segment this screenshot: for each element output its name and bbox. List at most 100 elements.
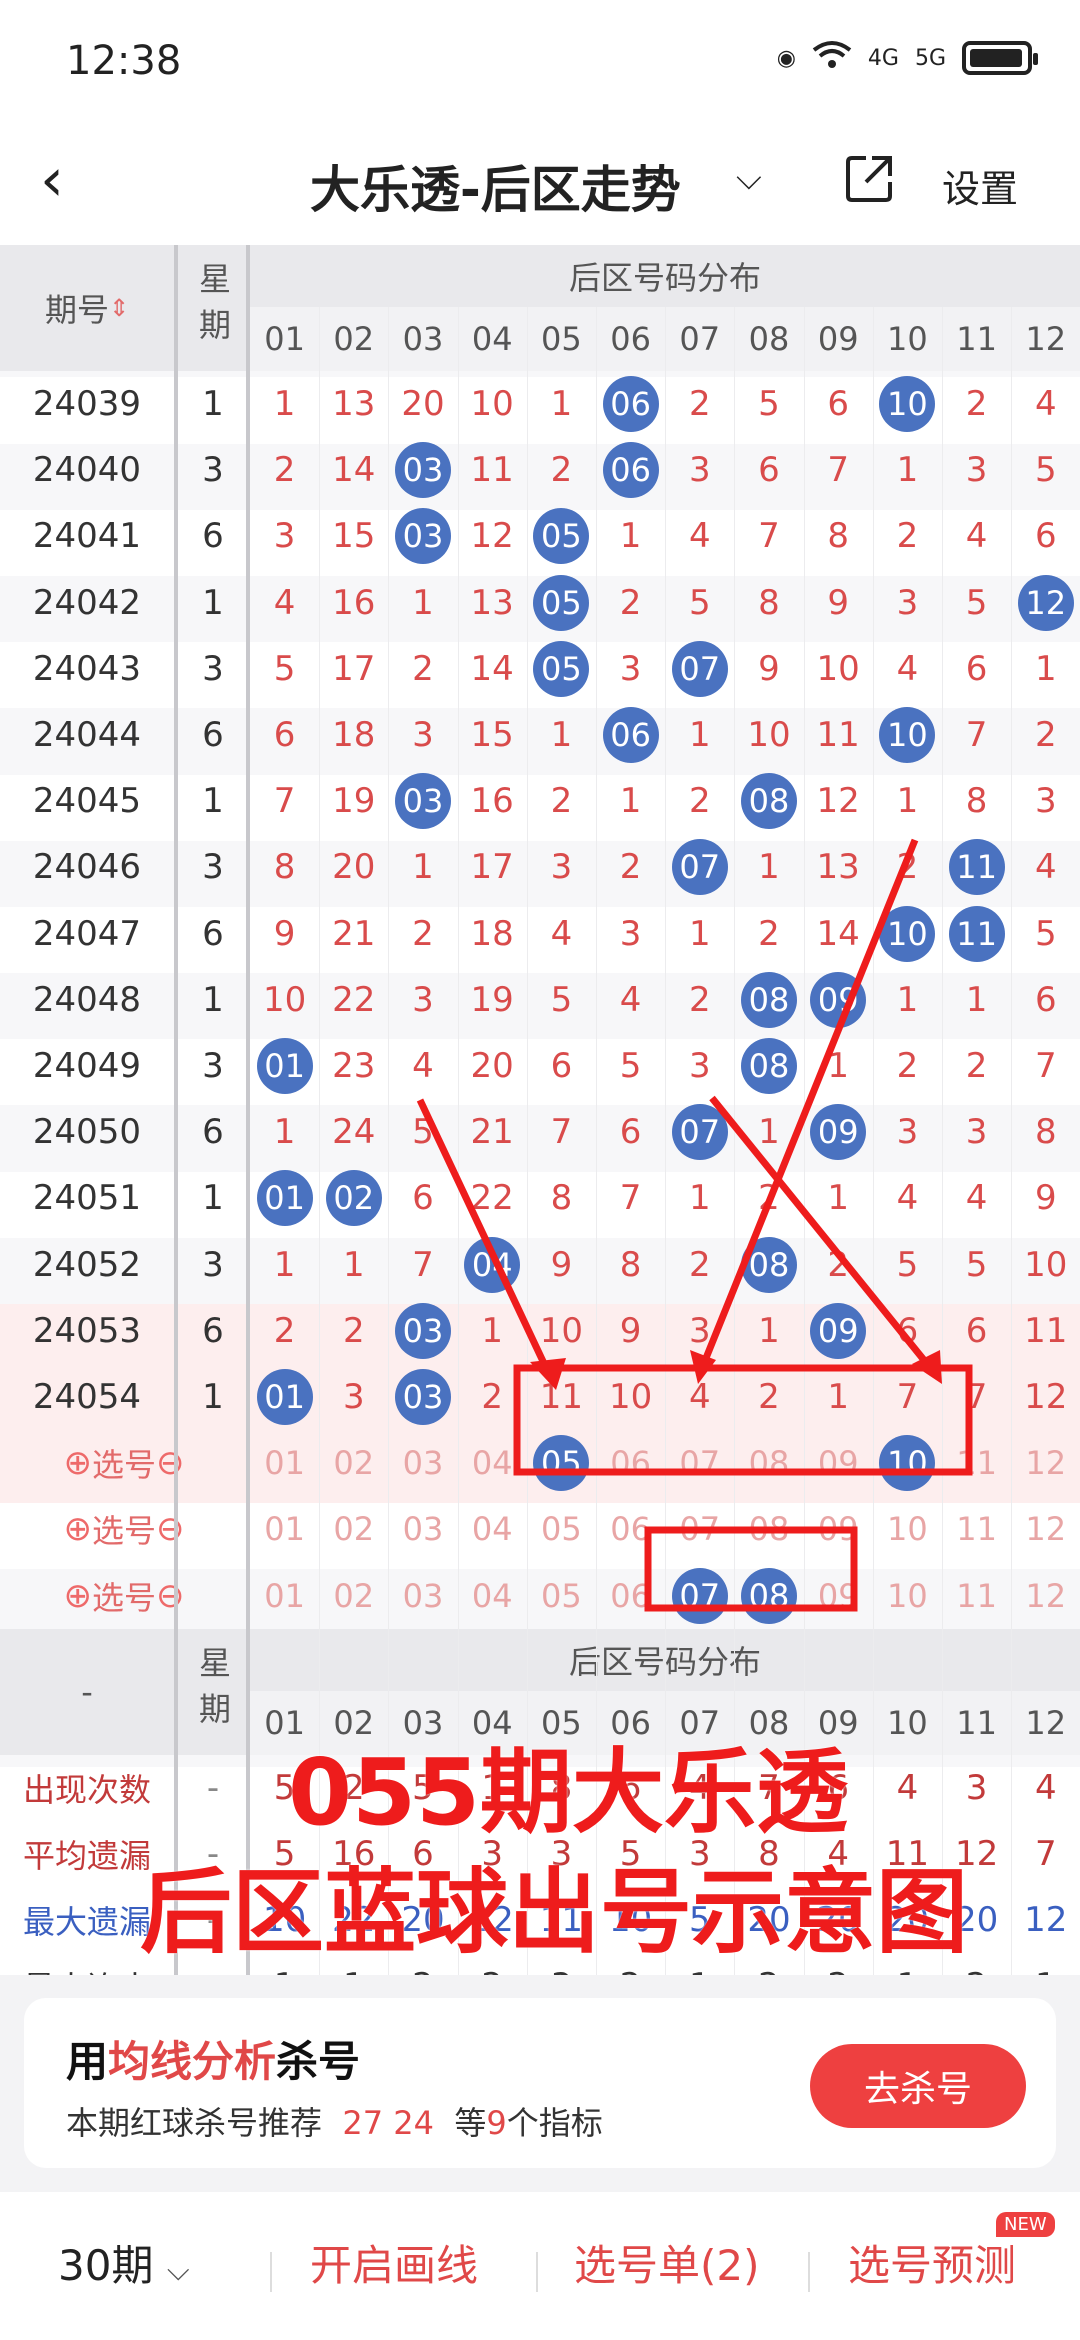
wifi-icon	[812, 40, 852, 76]
kill-number-button[interactable]: 去杀号	[810, 2044, 1026, 2128]
draw-line-button[interactable]: 开启画线	[310, 2232, 478, 2293]
select-number[interactable]: 10	[873, 1563, 942, 1629]
back-icon[interactable]: ‹	[40, 150, 64, 210]
omission-count: 12	[1024, 1377, 1068, 1418]
issue-header[interactable]: 期号 ⇕	[0, 245, 174, 371]
select-number[interactable]: 08	[734, 1430, 803, 1496]
omission-count: 6	[273, 715, 296, 756]
settings-button[interactable]: 设置	[942, 158, 1018, 213]
ball: 03	[394, 442, 451, 499]
predict-button[interactable]: 选号预测	[848, 2232, 1016, 2293]
select-number[interactable]: 06	[596, 1496, 665, 1562]
omission-count: 19	[332, 781, 376, 822]
select-number[interactable]: 03	[388, 1563, 457, 1629]
select-number[interactable]: 12	[1011, 1563, 1080, 1629]
select-number[interactable]: 10	[873, 1496, 942, 1562]
selected-ball[interactable]: 07	[665, 1563, 734, 1629]
omission-count: 16	[470, 781, 514, 822]
pick-list-button[interactable]: 选号单(2)	[574, 2232, 760, 2293]
weekday: 1	[202, 781, 224, 822]
select-control[interactable]: ⊕ 选号 ⊖	[0, 1496, 248, 1562]
select-number[interactable]: 09	[804, 1430, 873, 1496]
ball: 07	[671, 1104, 728, 1161]
period-selector[interactable]: 30期 ⌵	[58, 2232, 190, 2293]
ball: 02	[325, 1170, 382, 1227]
omission-count: 2	[619, 582, 642, 623]
select-number[interactable]: 01	[250, 1563, 319, 1629]
select-number[interactable]: 03	[388, 1430, 457, 1496]
ball: 03	[394, 508, 451, 565]
weekday: 1	[202, 582, 224, 623]
omission-count: 1	[965, 979, 988, 1020]
select-number[interactable]: 08	[734, 1496, 803, 1562]
omission-count: 7	[619, 1178, 642, 1219]
omission-count: 1	[273, 1244, 296, 1285]
select-number[interactable]: 05	[527, 1496, 596, 1562]
omission-count: 5	[688, 582, 711, 623]
minus-icon[interactable]: ⊖	[156, 1443, 185, 1483]
omission-count: 13	[816, 847, 860, 888]
plus-icon[interactable]: ⊕	[63, 1509, 92, 1549]
weekday: 6	[202, 1112, 224, 1153]
ball[interactable]: 10	[879, 1435, 936, 1492]
select-number[interactable]: 09	[804, 1496, 873, 1562]
omission-count: 3	[619, 913, 642, 954]
weekday: 3	[202, 847, 224, 888]
select-number[interactable]: 11	[942, 1563, 1011, 1629]
ball: 07	[671, 640, 728, 697]
select-number[interactable]: 02	[319, 1496, 388, 1562]
chevron-down-icon[interactable]: ⌵	[736, 158, 762, 198]
column-header: 02	[319, 307, 389, 371]
omission-count: 2	[273, 450, 296, 491]
omission-count: 11	[1024, 1310, 1068, 1351]
minus-icon[interactable]: ⊖	[156, 1576, 185, 1616]
ball: 03	[394, 1369, 451, 1426]
ball[interactable]: 07	[671, 1567, 728, 1624]
omission-count: 13	[332, 384, 376, 425]
drawn-ball: 05	[527, 503, 596, 569]
select-number[interactable]: 11	[942, 1430, 1011, 1496]
ball[interactable]: 08	[740, 1567, 797, 1624]
selected-ball[interactable]: 08	[734, 1563, 803, 1629]
ball[interactable]: 05	[533, 1435, 590, 1492]
select-control[interactable]: ⊕ 选号 ⊖	[0, 1430, 248, 1496]
omission-count: 5	[273, 648, 296, 689]
select-number[interactable]: 09	[804, 1563, 873, 1629]
page-title[interactable]: 大乐透-后区走势	[310, 150, 681, 222]
share-icon[interactable]	[842, 152, 896, 206]
select-number[interactable]: 04	[458, 1563, 527, 1629]
sort-icon[interactable]: ⇕	[109, 294, 129, 322]
select-number[interactable]: 06	[596, 1430, 665, 1496]
minus-icon[interactable]: ⊖	[156, 1509, 185, 1549]
select-number[interactable]: 12	[1011, 1496, 1080, 1562]
select-number[interactable]: 02	[319, 1563, 388, 1629]
select-number[interactable]: 11	[942, 1496, 1011, 1562]
select-number[interactable]: 04	[458, 1430, 527, 1496]
stats-label: 出现次数	[22, 1770, 151, 1809]
select-number[interactable]: 07	[665, 1430, 734, 1496]
omission-count: 3	[688, 450, 711, 491]
select-control[interactable]: ⊕ 选号 ⊖	[0, 1563, 248, 1629]
select-number[interactable]: 03	[388, 1496, 457, 1562]
plus-icon[interactable]: ⊕	[63, 1576, 92, 1616]
selected-ball[interactable]: 10	[873, 1430, 942, 1496]
omission-count: 14	[470, 648, 514, 689]
ball: 11	[948, 905, 1005, 962]
issue-header-label: 期号	[44, 291, 109, 329]
select-number[interactable]: 04	[458, 1496, 527, 1562]
select-number[interactable]: 05	[527, 1563, 596, 1629]
column-header: 01	[250, 307, 320, 371]
select-number[interactable]: 06	[596, 1563, 665, 1629]
select-number[interactable]: 01	[250, 1496, 319, 1562]
select-number[interactable]: 01	[250, 1430, 319, 1496]
omission-count: 2	[758, 913, 780, 954]
promo-card[interactable]: 用均线分析杀号 本期红球杀号推荐 27 24 等9个指标 去杀号	[24, 1998, 1056, 2168]
omission-count: 2	[965, 384, 988, 425]
omission-count: 9	[550, 1244, 573, 1285]
ball: 09	[810, 1104, 867, 1161]
selected-ball[interactable]: 05	[527, 1430, 596, 1496]
select-number[interactable]: 12	[1011, 1430, 1080, 1496]
plus-icon[interactable]: ⊕	[63, 1443, 92, 1483]
select-number[interactable]: 02	[319, 1430, 388, 1496]
select-number[interactable]: 07	[665, 1496, 734, 1562]
